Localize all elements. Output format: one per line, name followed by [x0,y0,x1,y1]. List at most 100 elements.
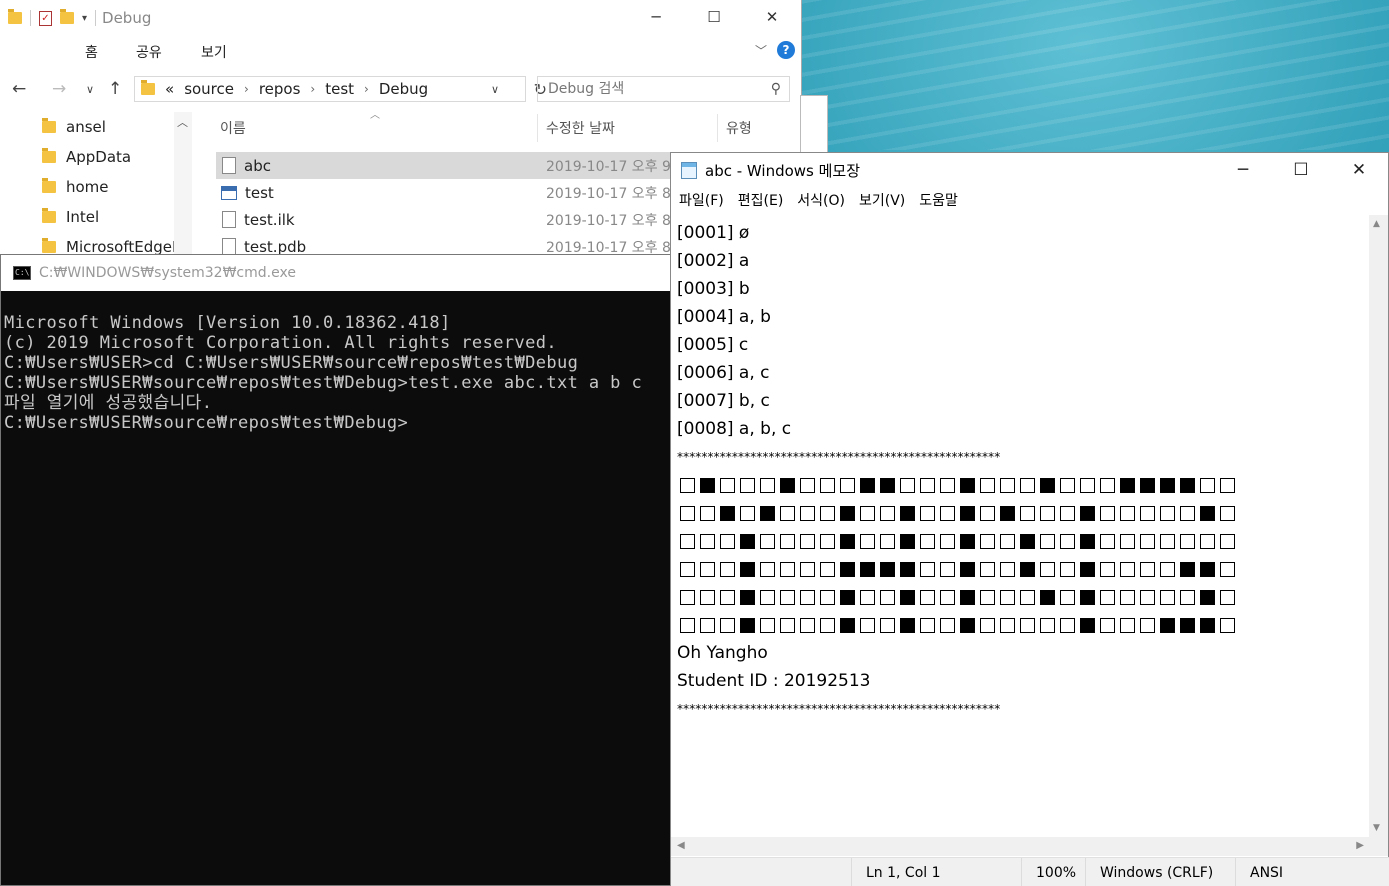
empty-square [757,589,777,605]
nav-item-intel[interactable]: Intel [42,208,99,226]
nav-item-ansel[interactable]: ansel [42,118,106,136]
menu-view[interactable]: 보기(V) [859,190,905,210]
empty-square [697,561,717,577]
empty-square [877,533,897,549]
column-type[interactable]: 유형 [726,118,752,138]
console-prompt[interactable]: C:₩Users₩USER₩source₩repos₩test₩Debug> [4,413,671,433]
column-name[interactable]: 이름 [220,118,246,138]
chevron-right-icon: › [310,82,316,96]
menu-edit[interactable]: 편집(E) [738,190,784,210]
sort-up-icon: ︿ [370,110,380,121]
empty-square [817,505,837,521]
address-bar[interactable]: « source › repos › test › Debug ∨ ↻ [134,76,547,102]
scroll-up-icon[interactable]: ︿ [177,114,188,130]
ribbon-tabs: 홈 공유 보기 ﹀ ? [0,36,801,66]
file-row-test[interactable]: test 2019-10-17 오후 8 [216,179,676,206]
tab-view[interactable]: 보기 [201,42,227,62]
tab-home[interactable]: 홈 [85,42,98,62]
empty-square [797,589,817,605]
filled-square [717,505,737,521]
explorer-titlebar[interactable]: ✓ ▾ Debug ─ ☐ ✕ [0,0,801,36]
maximize-button[interactable]: ☐ [685,0,743,34]
breadcrumb-test[interactable]: test [325,80,354,98]
empty-square [697,533,717,549]
up-arrow-icon[interactable]: ↑ [108,79,122,99]
empty-square [777,561,797,577]
empty-square [857,617,877,633]
grid-row [677,471,1370,499]
empty-square [1117,533,1137,549]
search-input[interactable]: Debug 검색 ⚲ [537,76,790,102]
empty-square [997,561,1017,577]
breadcrumb-source[interactable]: source [184,80,234,98]
cmd-console-output[interactable]: Microsoft Windows [Version 10.0.18362.41… [1,291,671,473]
forward-arrow-icon[interactable]: → [52,79,66,99]
empty-square [1097,617,1117,633]
filled-square [1017,533,1037,549]
console-line: (c) 2019 Microsoft Corporation. All righ… [4,333,558,353]
back-arrow-icon[interactable]: ← [12,79,26,99]
breadcrumb-debug[interactable]: Debug [379,80,428,98]
subset-line: [0001] ø [677,223,750,243]
scroll-up-icon[interactable]: ▲ [1373,219,1380,229]
new-folder-icon[interactable] [60,9,74,24]
wallpaper-wave [800,0,1389,150]
minimize-button[interactable]: ─ [1214,153,1272,187]
expand-ribbon-icon[interactable]: ﹀ [755,42,767,59]
search-icon[interactable]: ⚲ [771,77,781,101]
folder-icon [42,208,56,223]
scroll-right-icon[interactable]: ▶ [1356,840,1364,851]
column-divider[interactable] [537,114,538,142]
notepad-text-area[interactable]: [0001] ø [0002] a [0003] b [0004] a, b [… [671,215,1370,837]
empty-square [917,617,937,633]
customize-toolbar-icon[interactable]: ▾ [82,13,87,24]
notepad-window[interactable]: abc - Windows 메모장 ─ ☐ ✕ 파일(F) 편집(E) 서식(O… [670,152,1389,886]
folder-icon [8,9,22,24]
empty-square [677,561,697,577]
breadcrumb-repos[interactable]: repos [259,80,301,98]
empty-square [1097,561,1117,577]
filled-square [697,477,717,493]
help-icon[interactable]: ? [777,41,795,59]
nav-scrollbar[interactable]: ︿ [174,112,192,262]
scroll-left-icon[interactable]: ◀ [677,840,685,851]
notepad-menubar: 파일(F) 편집(E) 서식(O) 보기(V) 도움말 [671,187,1388,213]
column-divider[interactable] [717,114,718,142]
tab-share[interactable]: 공유 [136,42,162,62]
recent-locations-icon[interactable]: ∨ [86,83,94,96]
close-button[interactable]: ✕ [743,0,801,34]
filled-square [877,561,897,577]
breadcrumb-overflow[interactable]: « [165,80,174,98]
nav-item-appdata[interactable]: AppData [42,148,131,166]
filled-square [957,561,977,577]
horizontal-scrollbar[interactable]: ◀ ▶ [671,837,1370,856]
close-button[interactable]: ✕ [1330,153,1388,187]
filled-square [897,505,917,521]
cmd-titlebar[interactable]: C:\ C:₩WINDOWS₩system32₩cmd.exe [1,255,671,291]
address-dropdown-icon[interactable]: ∨ [491,83,499,96]
column-modified[interactable]: 수정한 날짜 [546,118,615,138]
cmd-window[interactable]: C:\ C:₩WINDOWS₩system32₩cmd.exe Microsof… [0,254,672,886]
minimize-button[interactable]: ─ [627,0,685,34]
filled-square [1017,561,1037,577]
scroll-down-icon[interactable]: ▼ [1373,823,1380,833]
notepad-titlebar[interactable]: abc - Windows 메모장 ─ ☐ ✕ [671,153,1388,187]
properties-icon[interactable]: ✓ [39,10,52,26]
menu-file[interactable]: 파일(F) [679,190,724,210]
menu-format[interactable]: 서식(O) [797,190,845,210]
filled-square [897,533,917,549]
empty-square [977,561,997,577]
maximize-button[interactable]: ☐ [1272,153,1330,187]
empty-square [717,477,737,493]
file-row-abc[interactable]: abc 2019-10-17 오후 9 [216,152,676,179]
filled-square [1157,477,1177,493]
vertical-scrollbar[interactable]: ▲ ▼ [1369,215,1388,837]
empty-square [837,477,857,493]
empty-square [917,533,937,549]
file-row-test-ilk[interactable]: test.ilk 2019-10-17 오후 8 [216,206,676,233]
empty-square [1097,533,1117,549]
empty-square [1097,477,1117,493]
menu-help[interactable]: 도움말 [919,190,958,210]
nav-item-home[interactable]: home [42,178,109,196]
filled-square [837,617,857,633]
